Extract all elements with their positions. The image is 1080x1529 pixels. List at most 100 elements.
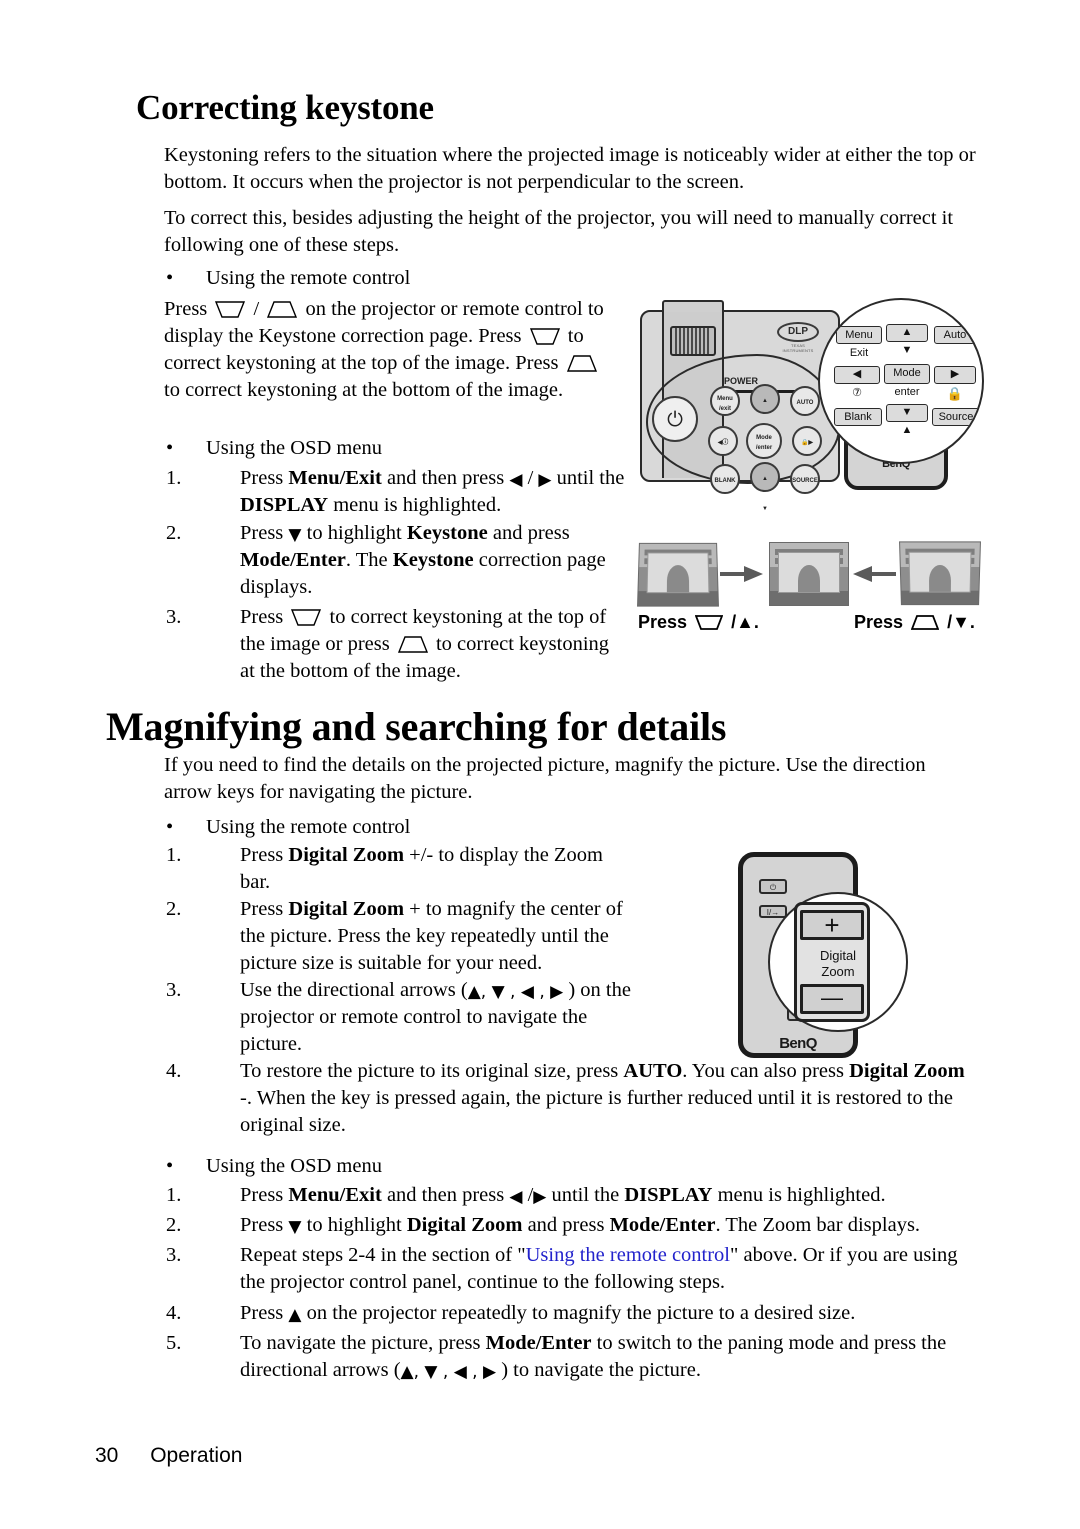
list-number: 3. bbox=[166, 1244, 182, 1266]
keystone-up-trapezoid-icon bbox=[267, 301, 298, 318]
list-number: 2. bbox=[166, 1214, 182, 1236]
magnifier-callout-digital-zoom: + Digital Zoom — bbox=[768, 892, 908, 1032]
digital-zoom-plus-button[interactable]: + bbox=[800, 910, 864, 940]
page-title-correcting-keystone: Correcting keystone bbox=[136, 88, 434, 127]
magnified-left-key[interactable]: ◀ bbox=[834, 366, 880, 384]
manual-page: Correcting keystone Keystoning refers to… bbox=[0, 0, 1080, 1529]
projector-right-button[interactable]: 🔒▶ bbox=[792, 426, 822, 456]
list-number: 5. bbox=[166, 1332, 182, 1354]
projector-power-button[interactable]: ⏻ bbox=[652, 396, 698, 442]
magnified-right-key[interactable]: ▶ bbox=[934, 366, 976, 384]
press-label-right: Press bbox=[854, 612, 904, 632]
list-text: Press ▼ to highlight Digital Zoom and pr… bbox=[240, 1214, 921, 1237]
list-text: Press Menu/Exit and then press ◀ / ▶ unt… bbox=[240, 467, 625, 516]
list-number: 1. bbox=[166, 1184, 182, 1206]
magnified-mode-key[interactable]: Mode bbox=[884, 364, 930, 384]
bullet-label: Using the OSD menu bbox=[206, 1155, 382, 1177]
slash-separator-1: / bbox=[253, 298, 260, 320]
list-text: Press ▲ on the projector repeatedly to m… bbox=[240, 1302, 856, 1325]
remote-power-key[interactable]: ⏻ bbox=[759, 879, 787, 894]
list-text: Press to correct keystoning at the top o… bbox=[240, 604, 626, 685]
left-arrow-icon: ◀ bbox=[509, 1187, 523, 1207]
magnified-source-key[interactable]: Source bbox=[932, 408, 980, 426]
keystone-down-trapezoid-icon-4 bbox=[695, 615, 724, 630]
figure-keystone-correction-demo: Press /▲. Press /▼. bbox=[636, 534, 981, 646]
page-title-magnifying-searching: Magnifying and searching for details bbox=[106, 704, 727, 749]
bullet-dot-icon: • bbox=[166, 267, 174, 289]
dlp-logo-subtext: TEXAS INSTRUMENTS bbox=[782, 343, 814, 353]
bullet-dot-icon: • bbox=[166, 1155, 174, 1177]
list-number: 2. bbox=[166, 898, 182, 920]
bullet-label: Using the remote control bbox=[206, 267, 411, 289]
down-arrow-icon: ▼ bbox=[288, 525, 302, 545]
keystone-down-trapezoid-icon-2 bbox=[529, 328, 560, 345]
keystone-up-trapezoid-icon-3 bbox=[397, 636, 428, 653]
up-arrow-icon: ▲ bbox=[288, 1305, 302, 1325]
dlp-logo-text: DLP bbox=[777, 322, 819, 342]
magnified-down-key[interactable]: ▼ bbox=[886, 404, 928, 422]
press-suffix-right: /▼. bbox=[947, 612, 975, 632]
page-footer: 30 Operation bbox=[95, 1444, 242, 1468]
list-number: 3. bbox=[166, 606, 182, 628]
directional-arrows-icon: ▲, ▼ , ◀ , ▶ bbox=[400, 1362, 497, 1382]
paragraph-magnify-intro: If you need to find the details on the p… bbox=[164, 754, 926, 803]
projector-source-button[interactable]: SOURCE bbox=[790, 464, 820, 494]
list-number: 1. bbox=[166, 467, 182, 489]
right-arrow-icon: ▶ bbox=[538, 470, 552, 490]
list-number: 1. bbox=[166, 844, 182, 866]
arrow-right-icon bbox=[720, 566, 764, 582]
keystone-image-bottom-wide bbox=[899, 541, 981, 606]
press-word-1: Press bbox=[164, 298, 208, 320]
arrow-left-icon bbox=[852, 566, 896, 582]
keystone-image-top-wide bbox=[637, 542, 719, 607]
list-text: To navigate the picture, press Mode/Ente… bbox=[240, 1332, 947, 1382]
keystone-caption-left: Press /▲. bbox=[638, 612, 759, 633]
link-using-the-remote-control[interactable]: Using the remote control bbox=[526, 1244, 730, 1266]
projector-blank-button[interactable]: BLANK bbox=[710, 464, 740, 494]
projector-lens-ring-icon bbox=[670, 326, 716, 356]
bullet-dot-icon: • bbox=[166, 816, 174, 838]
remote-zoom-brand-label: BenQ bbox=[779, 1035, 817, 1052]
magnified-enter-label: enter bbox=[894, 386, 920, 398]
magnified-up-key[interactable]: ▲ bbox=[886, 324, 928, 342]
keystone-down-trapezoid-icon bbox=[215, 301, 246, 318]
list-text: Use the directional arrows (▲, ▼ , ◀ , ▶… bbox=[240, 979, 631, 1055]
keystone-up-trapezoid-icon-4 bbox=[911, 615, 940, 630]
magnifier-callout-keypad: Menu Exit ▲ ▼ Auto ◀ ⑦ Mode enter ▶ 🔒 Bl… bbox=[818, 298, 984, 464]
left-arrow-icon: ◀ bbox=[509, 470, 523, 490]
list-text: Press Menu/Exit and then press ◀ /▶ unti… bbox=[240, 1184, 886, 1207]
digital-zoom-caption-line1: Digital bbox=[819, 948, 857, 963]
projector-mode-enter-button[interactable]: Mode/enter bbox=[746, 423, 782, 459]
dlp-logo: DLP TEXAS INSTRUMENTS bbox=[776, 322, 820, 353]
remote-io-key[interactable]: I/→ bbox=[759, 905, 787, 918]
list-text: Press Digital Zoom +/- to display the Zo… bbox=[240, 844, 603, 893]
digital-zoom-minus-button[interactable]: — bbox=[800, 984, 864, 1014]
list-text: Press Digital Zoom + to magnify the cent… bbox=[240, 898, 623, 974]
keystone-image-corrected bbox=[769, 542, 849, 606]
magnified-exit-label: Exit bbox=[849, 347, 869, 359]
keystone-down-trapezoid-icon-3 bbox=[291, 609, 322, 626]
footer-section-label: Operation bbox=[150, 1444, 243, 1467]
figure-remote-digital-zoom: ⏻ I/→ ▬ BenQ + Digital Zoom — bbox=[730, 848, 910, 1064]
list-number: 4. bbox=[166, 1302, 182, 1324]
directional-arrows-icon: ▲, ▼ , ◀ , ▶ bbox=[467, 982, 564, 1002]
figure-projector-and-remote: DLP TEXAS INSTRUMENTS POWER ⏻ Menu/exit … bbox=[632, 292, 984, 512]
keystone-up-trapezoid-icon-2 bbox=[566, 355, 597, 372]
paragraph-remote-keystone-instructions: Press / on the projector or remote contr… bbox=[164, 296, 616, 404]
paragraph-correct-instructions: To correct this, besides adjusting the h… bbox=[164, 207, 954, 256]
projector-menu-exit-button[interactable]: Menu/exit bbox=[710, 386, 740, 416]
magnified-help-icon: ⑦ bbox=[852, 387, 862, 399]
magnified-auto-key[interactable]: Auto bbox=[934, 326, 976, 344]
projector-keystone-down-button[interactable]: ▲ ▼ bbox=[750, 462, 780, 512]
bullet-dot-icon: • bbox=[166, 437, 174, 459]
projector-left-button[interactable]: ◀ⓘ bbox=[708, 426, 738, 456]
press-label-left: Press bbox=[638, 612, 688, 632]
list-number: 2. bbox=[166, 522, 182, 544]
magnified-blank-key[interactable]: Blank bbox=[834, 408, 882, 426]
projector-auto-button[interactable]: AUTO bbox=[790, 386, 820, 416]
remote-sentence-3: to correct keystoning at the bottom of t… bbox=[164, 379, 564, 401]
digital-zoom-caption-line2: Zoom bbox=[821, 964, 855, 979]
magnified-down-small-arrow-icon: ▲ bbox=[901, 424, 913, 436]
magnified-menu-key[interactable]: Menu bbox=[836, 326, 882, 344]
projector-keystone-up-button[interactable]: ▲▼ bbox=[750, 384, 780, 434]
